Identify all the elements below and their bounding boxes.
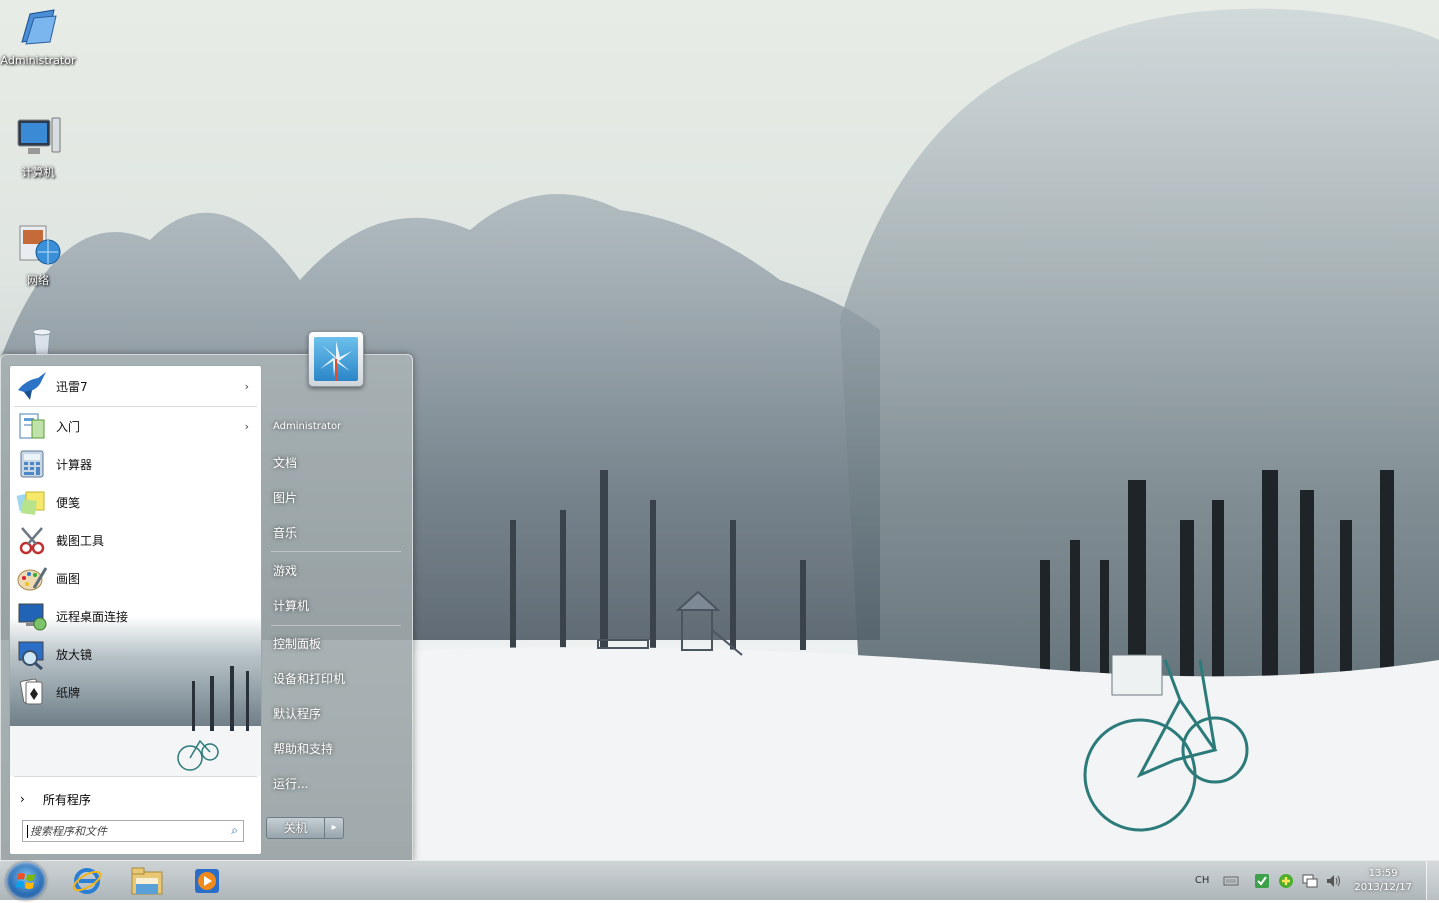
start-menu-places-pane: Administrator 文档 图片 音乐 游戏 计算机 控制面板 设备和打印… xyxy=(263,355,411,861)
start-search-input[interactable]: 搜索程序和文件 ⌕ xyxy=(22,820,244,842)
shutdown-options-button[interactable]: ▸ xyxy=(325,817,344,839)
show-desktop-button[interactable] xyxy=(1426,861,1439,900)
program-label: 截图工具 xyxy=(56,533,105,548)
desktop-icon-label: 计算机 xyxy=(21,166,55,179)
program-label: 纸牌 xyxy=(56,685,81,700)
link-games[interactable]: 游戏 xyxy=(273,562,297,579)
chevron-right-icon: › xyxy=(244,379,249,393)
program-label: 远程桌面连接 xyxy=(56,609,129,624)
taskbar-ie-button[interactable] xyxy=(60,863,114,898)
explorer-icon xyxy=(131,867,163,894)
taskbar: CH 13:59 2013/12/17 xyxy=(0,860,1439,900)
link-music[interactable]: 音乐 xyxy=(273,524,297,541)
system-tray: CH 13:59 2013/12/17 xyxy=(1195,861,1439,900)
network-status-icon[interactable] xyxy=(1301,872,1319,890)
link-default-programs[interactable]: 默认程序 xyxy=(273,705,321,722)
clock[interactable]: 13:59 2013/12/17 xyxy=(1354,867,1412,895)
magnifier-icon xyxy=(16,638,48,671)
media-player-icon xyxy=(195,868,219,893)
program-getting-started[interactable]: 入门 › xyxy=(12,408,259,444)
divider xyxy=(271,625,401,626)
getting-started-icon xyxy=(16,410,48,442)
remote-desktop-icon xyxy=(16,600,48,632)
program-magnifier[interactable]: 放大镜 xyxy=(12,636,259,672)
text-cursor xyxy=(27,824,28,838)
user-folder-icon xyxy=(14,4,62,52)
program-label: 计算器 xyxy=(56,457,93,472)
program-remote-desktop[interactable]: 远程桌面连接 xyxy=(12,598,259,634)
user-name-link[interactable]: Administrator xyxy=(273,421,341,432)
link-computer[interactable]: 计算机 xyxy=(273,597,309,614)
network-icon xyxy=(14,222,62,270)
sticky-notes-icon xyxy=(16,486,48,518)
keyboard-icon[interactable] xyxy=(1222,872,1240,890)
chevron-right-icon: › xyxy=(20,792,25,806)
divider xyxy=(14,776,257,777)
taskbar-explorer-button[interactable] xyxy=(120,863,174,898)
start-button[interactable] xyxy=(6,862,46,900)
program-label: 画图 xyxy=(56,571,81,586)
all-programs-label: 所有程序 xyxy=(42,792,91,807)
paint-icon xyxy=(16,562,48,594)
search-placeholder: 搜索程序和文件 xyxy=(30,825,107,838)
windows-logo-icon xyxy=(16,873,35,889)
computer-icon xyxy=(14,114,62,162)
ie-icon xyxy=(72,867,102,894)
desktop-icon-computer[interactable]: 计算机 xyxy=(0,114,76,180)
shutdown-button[interactable]: 关机 xyxy=(266,817,326,839)
security-icon[interactable] xyxy=(1253,872,1271,890)
search-icon[interactable]: ⌕ xyxy=(231,823,238,838)
desktop-icon-label: Administrator xyxy=(0,54,76,67)
language-indicator[interactable]: CH xyxy=(1195,875,1210,886)
link-run[interactable]: 运行... xyxy=(273,775,308,792)
calculator-icon xyxy=(16,448,48,480)
chevron-right-icon: › xyxy=(244,419,249,433)
link-devices-printers[interactable]: 设备和打印机 xyxy=(273,670,345,687)
program-label: 迅雷7 xyxy=(56,379,88,394)
program-calculator[interactable]: 计算器 xyxy=(12,446,259,482)
program-snipping-tool[interactable]: 截图工具 xyxy=(12,522,259,558)
program-sticky-notes[interactable]: 便笺 xyxy=(12,484,259,520)
divider xyxy=(271,551,401,552)
link-control-panel[interactable]: 控制面板 xyxy=(273,635,321,652)
shutdown-control: 关机 ▸ xyxy=(266,817,344,839)
program-solitaire[interactable]: 纸牌 xyxy=(12,674,259,710)
program-xunlei[interactable]: 迅雷7 › xyxy=(12,368,259,404)
chevron-right-icon: ▸ xyxy=(331,822,337,833)
link-help-support[interactable]: 帮助和支持 xyxy=(273,740,333,757)
clock-date: 2013/12/17 xyxy=(1354,881,1412,893)
snipping-tool-icon xyxy=(16,524,48,556)
start-menu-programs-pane: 迅雷7 › 入门 › 计算器 便笺 截图工具 画图 远程桌面连接 放大镜 纸牌 … xyxy=(9,365,262,855)
taskbar-media-player-button[interactable] xyxy=(180,863,234,898)
clock-time: 13:59 xyxy=(1368,867,1398,879)
user-avatar[interactable] xyxy=(308,331,364,387)
link-documents[interactable]: 文档 xyxy=(273,454,297,471)
program-label: 放大镜 xyxy=(56,647,93,662)
desktop-icon-administrator[interactable]: Administrator xyxy=(0,4,76,67)
solitaire-icon xyxy=(16,676,48,708)
link-pictures[interactable]: 图片 xyxy=(273,489,297,506)
desktop-icon-label: 网络 xyxy=(27,274,49,287)
volume-icon[interactable] xyxy=(1325,872,1343,890)
update-icon[interactable] xyxy=(1277,872,1295,890)
all-programs-button[interactable]: › 所有程序 xyxy=(10,786,261,812)
desktop-icon-network[interactable]: 网络 xyxy=(0,222,76,288)
start-menu: 迅雷7 › 入门 › 计算器 便笺 截图工具 画图 远程桌面连接 放大镜 纸牌 … xyxy=(0,354,413,862)
program-paint[interactable]: 画图 xyxy=(12,560,259,596)
program-label: 入门 xyxy=(56,419,81,434)
divider xyxy=(14,406,257,407)
program-label: 便笺 xyxy=(56,495,81,510)
thunder-bird-icon xyxy=(16,370,48,402)
